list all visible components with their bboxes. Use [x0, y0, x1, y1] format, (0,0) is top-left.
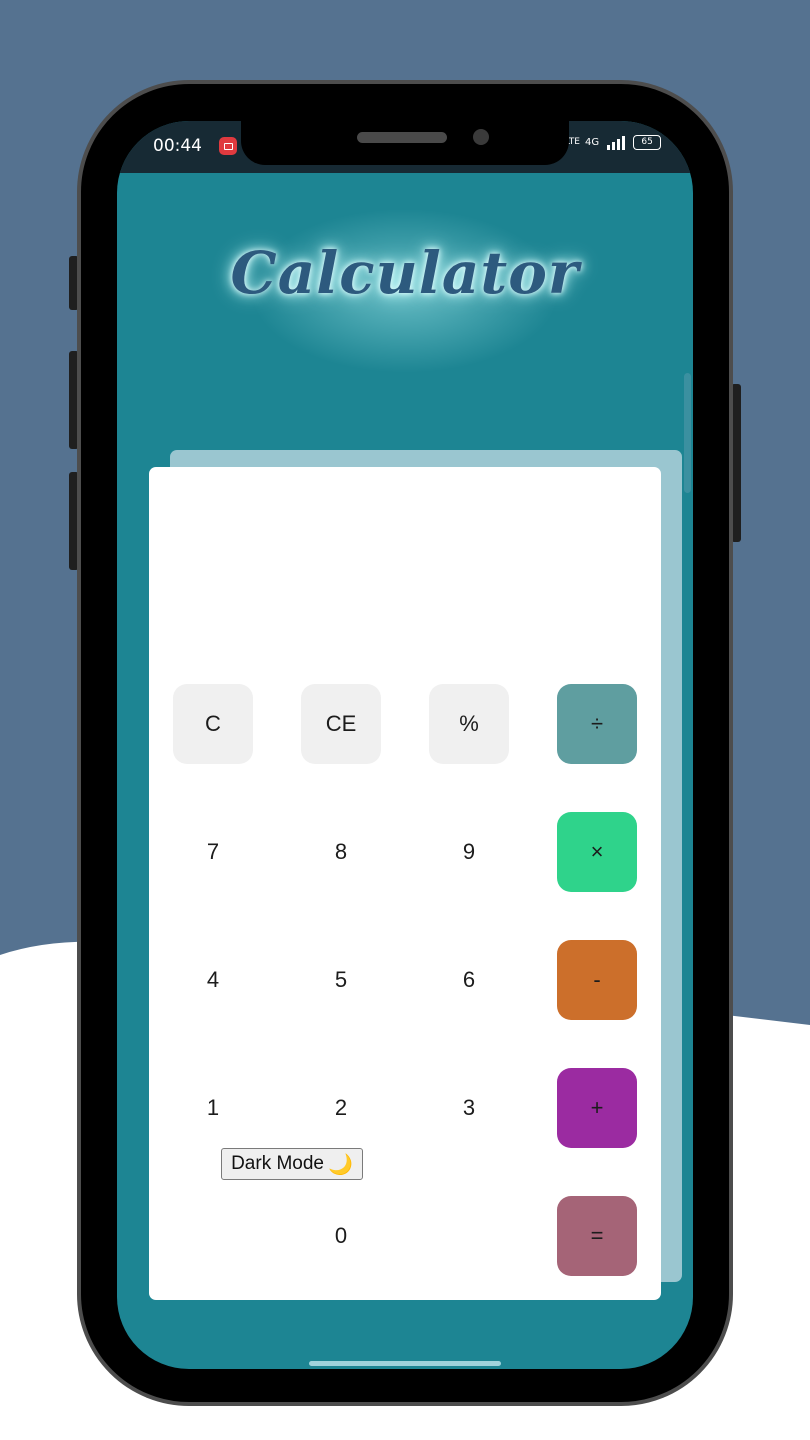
- equals-button[interactable]: =: [557, 1196, 637, 1276]
- digit-8-button[interactable]: 8: [301, 812, 381, 892]
- moon-icon: 🌙: [328, 1153, 353, 1176]
- calculator-display: [173, 487, 637, 657]
- digit-2-button[interactable]: 2: [301, 1068, 381, 1148]
- digit-6-button[interactable]: 6: [429, 940, 509, 1020]
- speaker-icon: [357, 132, 447, 143]
- digit-5-button[interactable]: 5: [301, 940, 381, 1020]
- clear-button[interactable]: C: [173, 684, 253, 764]
- status-time: 00:44: [153, 136, 202, 156]
- scrollbar[interactable]: [684, 373, 691, 493]
- dark-mode-toggle-button[interactable]: Dark Mode 🌙: [221, 1148, 363, 1180]
- digit-1-button[interactable]: 1: [173, 1068, 253, 1148]
- divide-button[interactable]: ÷: [557, 684, 637, 764]
- minus-button[interactable]: -: [557, 940, 637, 1020]
- camera-icon: [473, 129, 489, 145]
- screen-record-icon: [219, 137, 237, 155]
- status-icons: LTE 4G 65: [565, 135, 662, 150]
- app-title: Calculator: [230, 239, 580, 307]
- multiply-button[interactable]: ×: [557, 812, 637, 892]
- plus-button[interactable]: +: [557, 1068, 637, 1148]
- digit-4-button[interactable]: 4: [173, 940, 253, 1020]
- digit-7-button[interactable]: 7: [173, 812, 253, 892]
- digit-9-button[interactable]: 9: [429, 812, 509, 892]
- network-label: 4G: [585, 137, 600, 148]
- battery-icon: 65: [633, 135, 662, 150]
- digit-0-button[interactable]: 0: [301, 1196, 381, 1276]
- digit-3-button[interactable]: 3: [429, 1068, 509, 1148]
- dark-mode-label: Dark Mode: [231, 1153, 324, 1174]
- phone-screen: 00:44 LTE 4G 65 Calculator C CE % ÷ 7 8 …: [117, 121, 693, 1369]
- signal-icon: [607, 135, 626, 150]
- phone-notch: [241, 121, 569, 165]
- clear-entry-button[interactable]: CE: [301, 684, 381, 764]
- home-indicator[interactable]: [309, 1361, 501, 1366]
- percent-button[interactable]: %: [429, 684, 509, 764]
